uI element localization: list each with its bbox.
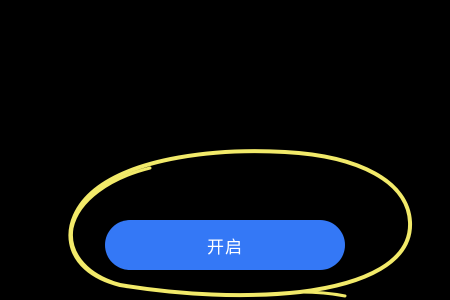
highlight-tail-stroke: [298, 290, 347, 298]
enable-button[interactable]: 开启: [105, 220, 345, 270]
app-screen: 开启: [0, 0, 450, 300]
